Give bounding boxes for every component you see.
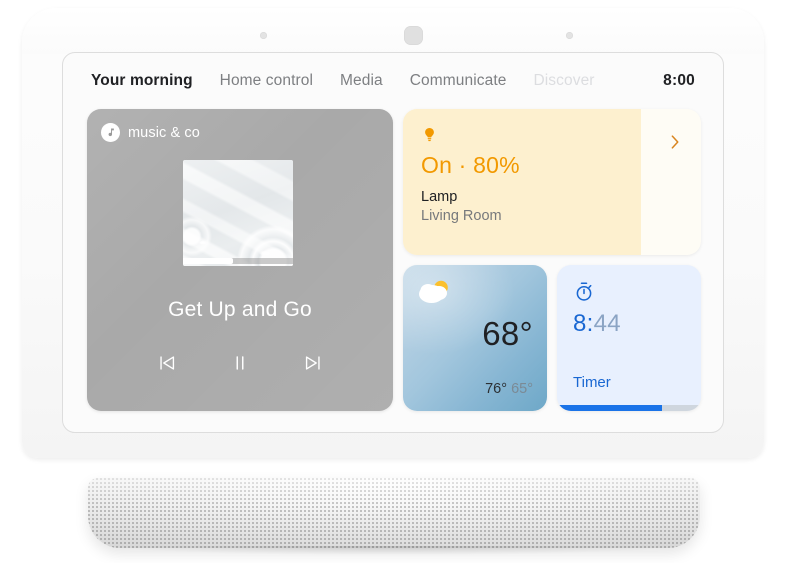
track-title: Get Up and Go xyxy=(168,298,312,321)
tab-communicate[interactable]: Communicate xyxy=(410,72,507,90)
smart-display-device: Your morning Home control Media Communic… xyxy=(0,0,786,563)
timer-label: Timer xyxy=(573,374,611,391)
device-drop-shadow xyxy=(110,546,676,555)
sensor-right-icon xyxy=(566,32,573,39)
lamp-control-card[interactable]: On · 80% Lamp Living Room xyxy=(403,109,701,255)
stopwatch-icon xyxy=(576,282,592,301)
display-screen: Your morning Home control Media Communic… xyxy=(62,52,724,433)
timer-countdown: 8:44 xyxy=(573,310,685,338)
album-art xyxy=(183,160,293,266)
temperature-low: 65° xyxy=(511,381,533,397)
lamp-device-name: Lamp xyxy=(421,189,458,205)
status-clock: 8:00 xyxy=(663,71,695,89)
music-provider-label: music & co xyxy=(128,124,200,141)
previous-track-button[interactable] xyxy=(153,349,181,377)
album-art-image xyxy=(183,160,293,266)
chevron-right-icon[interactable] xyxy=(670,133,681,151)
music-note-icon xyxy=(101,123,120,142)
speaker-base xyxy=(88,478,700,548)
speaker-shading xyxy=(88,478,700,548)
card-grid: music & co Get Up and Go On · 80% Lamp L… xyxy=(87,109,701,411)
playback-progress-track[interactable] xyxy=(183,258,293,264)
timer-progress-fill xyxy=(557,405,663,411)
lamp-room-name: Living Room xyxy=(421,208,502,224)
tab-home-control[interactable]: Home control xyxy=(220,72,313,90)
lamp-content: On · 80% Lamp Living Room xyxy=(403,109,701,255)
right-column: On · 80% Lamp Living Room 68° 76° 65° 8:… xyxy=(403,109,701,411)
tab-your-morning[interactable]: Your morning xyxy=(91,72,193,90)
camera-sensor-icon xyxy=(404,26,423,45)
transport-controls xyxy=(87,349,393,377)
temperature-high-low: 76° 65° xyxy=(403,381,533,397)
temperature-high: 76° xyxy=(485,381,508,397)
bottom-card-row: 68° 76° 65° 8:44 Timer xyxy=(403,265,701,411)
weather-card[interactable]: 68° 76° 65° xyxy=(403,265,547,411)
partly-cloudy-icon xyxy=(419,280,448,303)
lamp-state-text: On · 80% xyxy=(421,152,520,178)
music-player-card[interactable]: music & co Get Up and Go xyxy=(87,109,393,411)
current-temperature: 68° xyxy=(482,315,533,352)
left-column: music & co Get Up and Go xyxy=(87,109,393,411)
tab-bar: Your morning Home control Media Communic… xyxy=(63,53,723,108)
playback-progress-fill xyxy=(183,258,233,264)
sensor-left-icon xyxy=(260,32,267,39)
timer-seconds: 44 xyxy=(593,310,621,337)
pause-button[interactable] xyxy=(226,349,254,377)
timer-minutes: 8: xyxy=(573,310,594,337)
next-track-button[interactable] xyxy=(299,349,327,377)
timer-card[interactable]: 8:44 Timer xyxy=(557,265,701,411)
timer-progress-track xyxy=(557,405,701,411)
tab-media[interactable]: Media xyxy=(340,72,383,90)
lightbulb-icon xyxy=(425,128,434,142)
tab-discover[interactable]: Discover xyxy=(533,72,594,90)
music-provider: music & co xyxy=(101,123,200,142)
